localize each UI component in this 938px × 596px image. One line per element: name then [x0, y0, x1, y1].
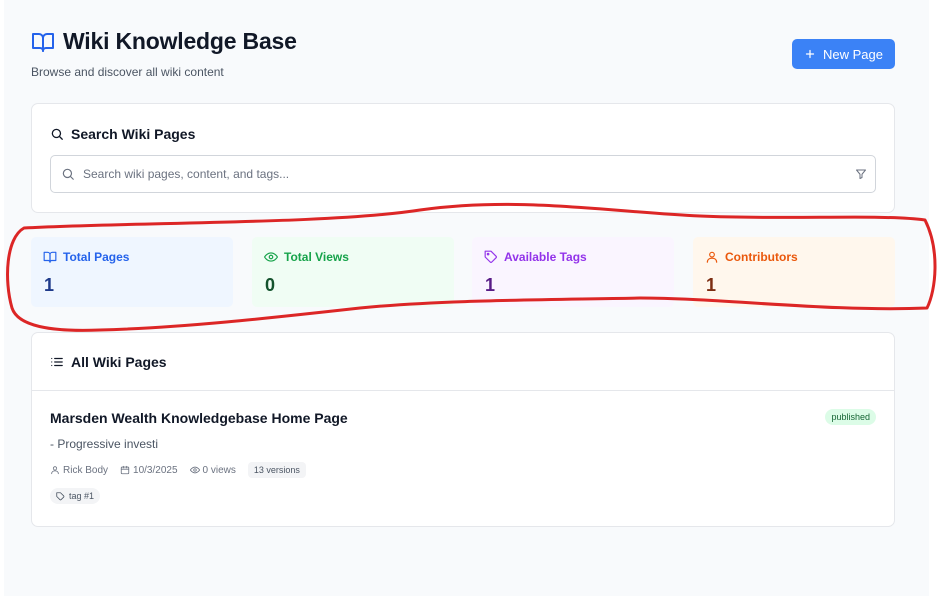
page-subtitle: Browse and discover all wiki content — [31, 65, 224, 79]
eye-icon — [189, 465, 200, 475]
stat-value: 1 — [44, 275, 55, 295]
stat-value: 0 — [265, 275, 276, 295]
search-icon — [50, 127, 64, 141]
search-field-icon — [61, 167, 75, 181]
title-row: Wiki Knowledge Base — [31, 28, 895, 55]
book-open-icon — [31, 30, 55, 54]
tag-icon — [484, 250, 498, 264]
tag-icon — [56, 491, 65, 501]
plus-icon — [804, 48, 816, 60]
wiki-page-excerpt: - Progressive investi — [50, 437, 159, 451]
stat-label-row: Available Tags — [484, 250, 587, 264]
tag-chip[interactable]: tag #1 — [50, 488, 101, 504]
app: Wiki Knowledge Base Browse and discover … — [4, 0, 929, 596]
stat-label: Total Views — [284, 250, 349, 264]
author-meta: Rick Body — [50, 465, 108, 476]
views-text: 0 views — [202, 464, 236, 476]
stats-row: Total Pages 1 Total Views 0 Available Ta… — [31, 237, 895, 307]
eye-icon — [264, 250, 278, 264]
book-icon — [43, 250, 57, 264]
stat-value: 1 — [485, 275, 496, 295]
search-box — [50, 155, 876, 193]
search-card-title-text: Search Wiki Pages — [71, 126, 196, 142]
author-name: Rick Body — [63, 464, 109, 476]
stat-label-row: Total Views — [264, 250, 349, 264]
user-icon — [50, 465, 60, 475]
stat-label-row: Contributors — [705, 250, 798, 264]
stat-label-row: Total Pages — [43, 250, 129, 264]
views-meta: 0 views — [189, 464, 236, 476]
stat-total-views: Total Views 0 — [252, 237, 454, 307]
user-icon — [705, 250, 719, 264]
pages-card: All Wiki Pages Marsden Wealth Knowledgeb… — [31, 332, 895, 527]
search-card-title: Search Wiki Pages — [50, 126, 195, 142]
tag-label: tag #1 — [69, 491, 95, 501]
new-page-button[interactable]: New Page — [792, 39, 895, 69]
search-card: Search Wiki Pages — [31, 103, 895, 213]
list-icon — [50, 355, 64, 369]
pages-card-title: All Wiki Pages — [50, 354, 167, 370]
tag-list: tag #1 — [50, 488, 876, 504]
stat-available-tags: Available Tags 1 — [472, 237, 674, 307]
search-input[interactable] — [81, 166, 855, 182]
calendar-icon — [120, 465, 130, 475]
stat-label: Total Pages — [63, 250, 130, 264]
pages-card-title-text: All Wiki Pages — [71, 353, 167, 370]
date-meta: 10/3/2025 — [120, 465, 178, 476]
stat-contributors: Contributors 1 — [693, 237, 895, 307]
filter-icon[interactable] — [855, 168, 867, 180]
wiki-page-meta: Rick Body 10/3/2025 0 views 13 versions — [50, 462, 876, 478]
pages-card-header: All Wiki Pages — [32, 333, 894, 391]
stat-label: Contributors — [725, 250, 798, 264]
wiki-page-title[interactable]: Marsden Wealth Knowledgebase Home Page — [50, 410, 876, 426]
status-badge: published — [825, 409, 876, 425]
new-page-label: New Page — [823, 46, 883, 62]
page-header: Wiki Knowledge Base Browse and discover … — [31, 28, 895, 88]
date-text: 10/3/2025 — [133, 464, 178, 476]
versions-badge: 13 versions — [247, 462, 306, 478]
list-item[interactable]: Marsden Wealth Knowledgebase Home Page p… — [50, 409, 876, 504]
stat-total-pages: Total Pages 1 — [31, 237, 233, 307]
page-title: Wiki Knowledge Base — [63, 28, 297, 54]
stat-value: 1 — [706, 275, 717, 295]
stat-label: Available Tags — [504, 250, 587, 264]
